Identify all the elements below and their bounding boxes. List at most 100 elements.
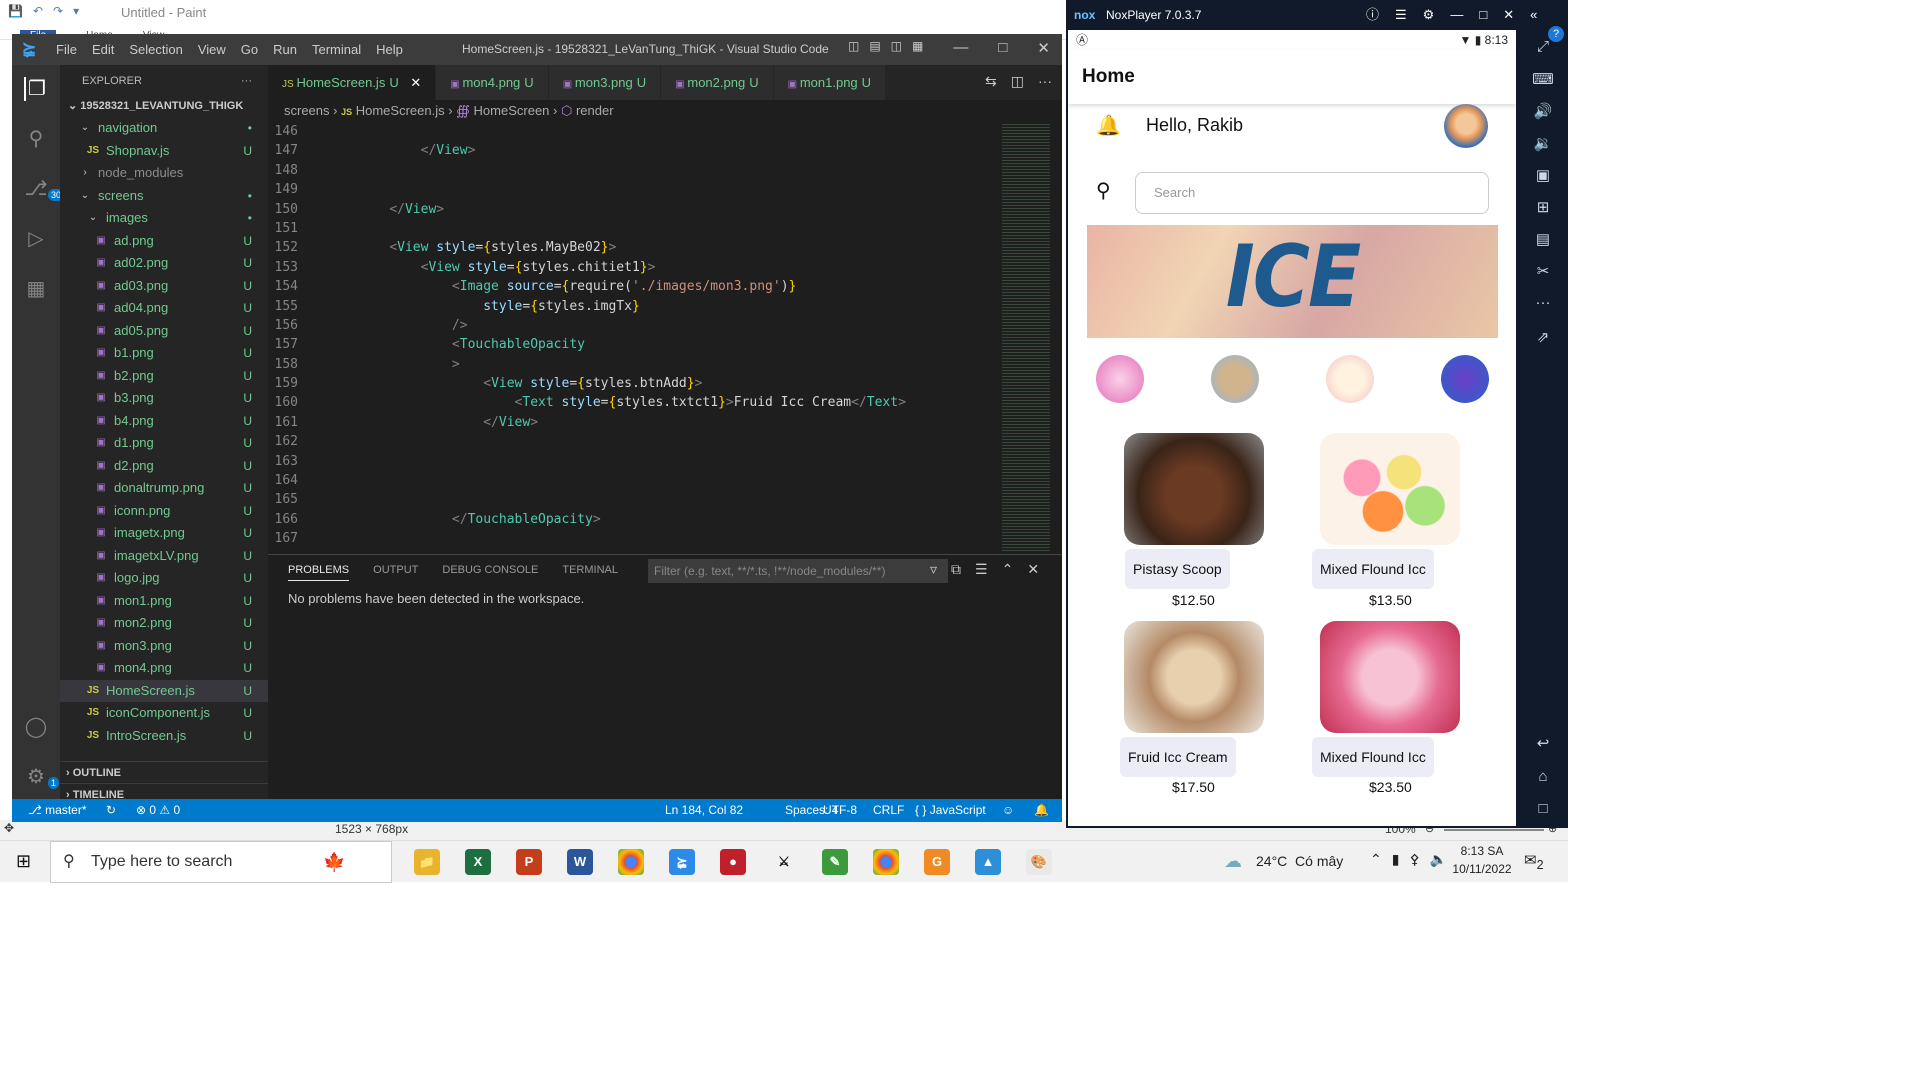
settings-icon[interactable]: ⚙: [1423, 0, 1435, 30]
menu-edit[interactable]: Edit: [92, 42, 114, 57]
code-line[interactable]: 154 <Image source={require('./images/mon…: [268, 277, 978, 296]
battery-icon[interactable]: ▮: [1392, 851, 1400, 868]
problems-filter-input[interactable]: Filter (e.g. text, **/*.ts, !**/node_mod…: [648, 559, 948, 583]
category-icon-1[interactable]: [1096, 355, 1144, 403]
file-explorer-icon[interactable]: 📁: [414, 849, 440, 875]
scissors-icon[interactable]: ✂: [1528, 262, 1558, 280]
file-item[interactable]: ▣ ad03.png U: [60, 275, 268, 298]
collapse-sidebar-icon[interactable]: «: [1530, 0, 1537, 30]
word-icon[interactable]: W: [567, 849, 593, 875]
run-debug-icon[interactable]: ▷: [24, 227, 48, 251]
editor-tab[interactable]: JS HomeScreen.js U ✕: [268, 65, 437, 100]
folder-item[interactable]: ⌄ images •: [60, 207, 268, 230]
close-panel-icon[interactable]: ✕: [1027, 561, 1039, 578]
code-line[interactable]: 165: [268, 490, 978, 509]
code-editor[interactable]: 146 147 </View> 148 149 150 </View> 151 152 <V…: [268, 122, 978, 554]
pdf-icon[interactable]: G: [924, 849, 950, 875]
file-item[interactable]: ▣ b4.png U: [60, 410, 268, 433]
customize-icon[interactable]: ▾: [73, 4, 79, 18]
folder-item[interactable]: ⌄ navigation •: [60, 117, 268, 140]
code-line[interactable]: 164: [268, 471, 978, 490]
file-item[interactable]: ▣ d2.png U: [60, 455, 268, 478]
filter-icon[interactable]: ▿: [930, 561, 937, 578]
outline-section[interactable]: › OUTLINE: [60, 761, 268, 783]
menu-run[interactable]: Run: [273, 42, 297, 57]
explorer-icon[interactable]: ❐: [24, 77, 48, 101]
excel-icon[interactable]: X: [465, 849, 491, 875]
split-editor-icon[interactable]: ◫: [1011, 73, 1024, 90]
file-item[interactable]: ▣ mon1.png U: [60, 590, 268, 613]
minimize-button[interactable]: —: [953, 39, 968, 57]
file-item[interactable]: ▣ mon2.png U: [60, 612, 268, 635]
breadcrumb-method[interactable]: render: [576, 103, 614, 118]
file-item[interactable]: JS HomeScreen.js U: [60, 679, 268, 702]
search-icon[interactable]: ⚲: [24, 127, 48, 151]
editor-tab[interactable]: ▣ mon2.png U: [661, 65, 774, 100]
powerpoint-icon[interactable]: P: [516, 849, 542, 875]
folder-item[interactable]: ⌄ screens •: [60, 185, 268, 208]
home-icon[interactable]: ⌂: [1528, 768, 1558, 785]
code-line[interactable]: 161 </View>: [268, 413, 978, 432]
code-line[interactable]: 159 <View style={styles.btnAdd}>: [268, 374, 978, 393]
paint-icon[interactable]: 🎨: [1026, 849, 1052, 875]
show-hidden-icon[interactable]: ⌃: [1370, 851, 1382, 868]
editor-tab[interactable]: ▣ mon4.png U: [436, 65, 549, 100]
file-item[interactable]: ▣ ad04.png U: [60, 297, 268, 320]
maximize-button[interactable]: □: [998, 39, 1007, 57]
line-ending[interactable]: CRLF: [873, 799, 904, 822]
category-icon-4[interactable]: [1441, 355, 1489, 403]
language-mode[interactable]: { } JavaScript: [915, 799, 986, 822]
photos-icon[interactable]: ▲: [975, 849, 1001, 875]
start-icon[interactable]: ⊞: [16, 851, 31, 872]
file-item[interactable]: ▣ mon3.png U: [60, 635, 268, 658]
tab-debug-console[interactable]: DEBUG CONSOLE: [442, 564, 538, 581]
taskbar-search-input[interactable]: ⚲ Type here to search 🍁: [50, 841, 392, 883]
nox-maximize-button[interactable]: □: [1479, 0, 1487, 30]
file-item[interactable]: ▣ logo.jpg U: [60, 567, 268, 590]
project-root[interactable]: ⌄ 19528321_LEVANTUNG_THIGK: [60, 95, 268, 117]
file-item[interactable]: ▣ ad.png U: [60, 230, 268, 253]
chrome-icon[interactable]: [618, 849, 644, 875]
problems-status[interactable]: ⊗ 0 ⚠ 0: [136, 799, 180, 822]
extensions-icon[interactable]: ▦: [24, 277, 48, 301]
bell-icon[interactable]: 🔔: [1096, 113, 1121, 138]
account-icon[interactable]: ◯: [24, 715, 48, 739]
layout-icons[interactable]: ◫ ▤ ◫ ▦: [848, 39, 923, 57]
product-image-3[interactable]: [1124, 621, 1264, 733]
product-name-2[interactable]: Mixed Flound Icc: [1312, 549, 1434, 589]
code-line[interactable]: 160 <Text style={styles.txtct1}>Fruid Ic…: [268, 393, 978, 412]
image-editor-icon[interactable]: ✎: [822, 849, 848, 875]
code-line[interactable]: 155 style={styles.imgTx}: [268, 297, 978, 316]
editor-tab[interactable]: ▣ mon3.png U: [548, 65, 662, 100]
tab-problems[interactable]: PROBLEMS: [288, 564, 350, 581]
file-item[interactable]: ▣ ad05.png U: [60, 320, 268, 343]
code-line[interactable]: 156 />: [268, 316, 978, 335]
notification-center-icon[interactable]: ✉2: [1524, 851, 1544, 872]
file-item[interactable]: ▣ b3.png U: [60, 387, 268, 410]
save-icon[interactable]: 💾: [8, 4, 23, 18]
tab-output[interactable]: OUTPUT: [373, 564, 418, 581]
editor-tab[interactable]: ▣ mon1.png U: [773, 65, 887, 100]
file-item[interactable]: ▣ b2.png U: [60, 365, 268, 388]
volume-down-icon[interactable]: 🔉: [1528, 134, 1558, 152]
breadcrumb-class[interactable]: HomeScreen: [474, 103, 550, 118]
code-line[interactable]: 152 <View style={styles.MayBe02}>: [268, 238, 978, 257]
add-apk-icon[interactable]: ⊞: [1528, 198, 1558, 216]
code-line[interactable]: 167: [268, 529, 978, 548]
vscode-icon[interactable]: ⪶: [669, 849, 695, 875]
compare-icon[interactable]: ⇆: [985, 73, 997, 90]
menu-go[interactable]: Go: [241, 42, 258, 57]
search-input[interactable]: Search: [1135, 172, 1489, 214]
product-image-4[interactable]: [1320, 621, 1460, 733]
file-item[interactable]: ▣ imagetxLV.png U: [60, 545, 268, 568]
recent-apps-icon[interactable]: □: [1528, 800, 1558, 817]
clock[interactable]: 8:13 SA 10/11/2022: [1452, 844, 1512, 876]
code-line[interactable]: 166 </TouchableOpacity>: [268, 510, 978, 529]
product-image-1[interactable]: [1124, 433, 1264, 545]
back-icon[interactable]: ↩: [1528, 734, 1558, 752]
zoom-slider[interactable]: [1444, 829, 1544, 831]
code-line[interactable]: 163: [268, 452, 978, 471]
menu-file[interactable]: File: [56, 42, 77, 57]
menu-selection[interactable]: Selection: [129, 42, 182, 57]
file-item[interactable]: ▣ d1.png U: [60, 432, 268, 455]
